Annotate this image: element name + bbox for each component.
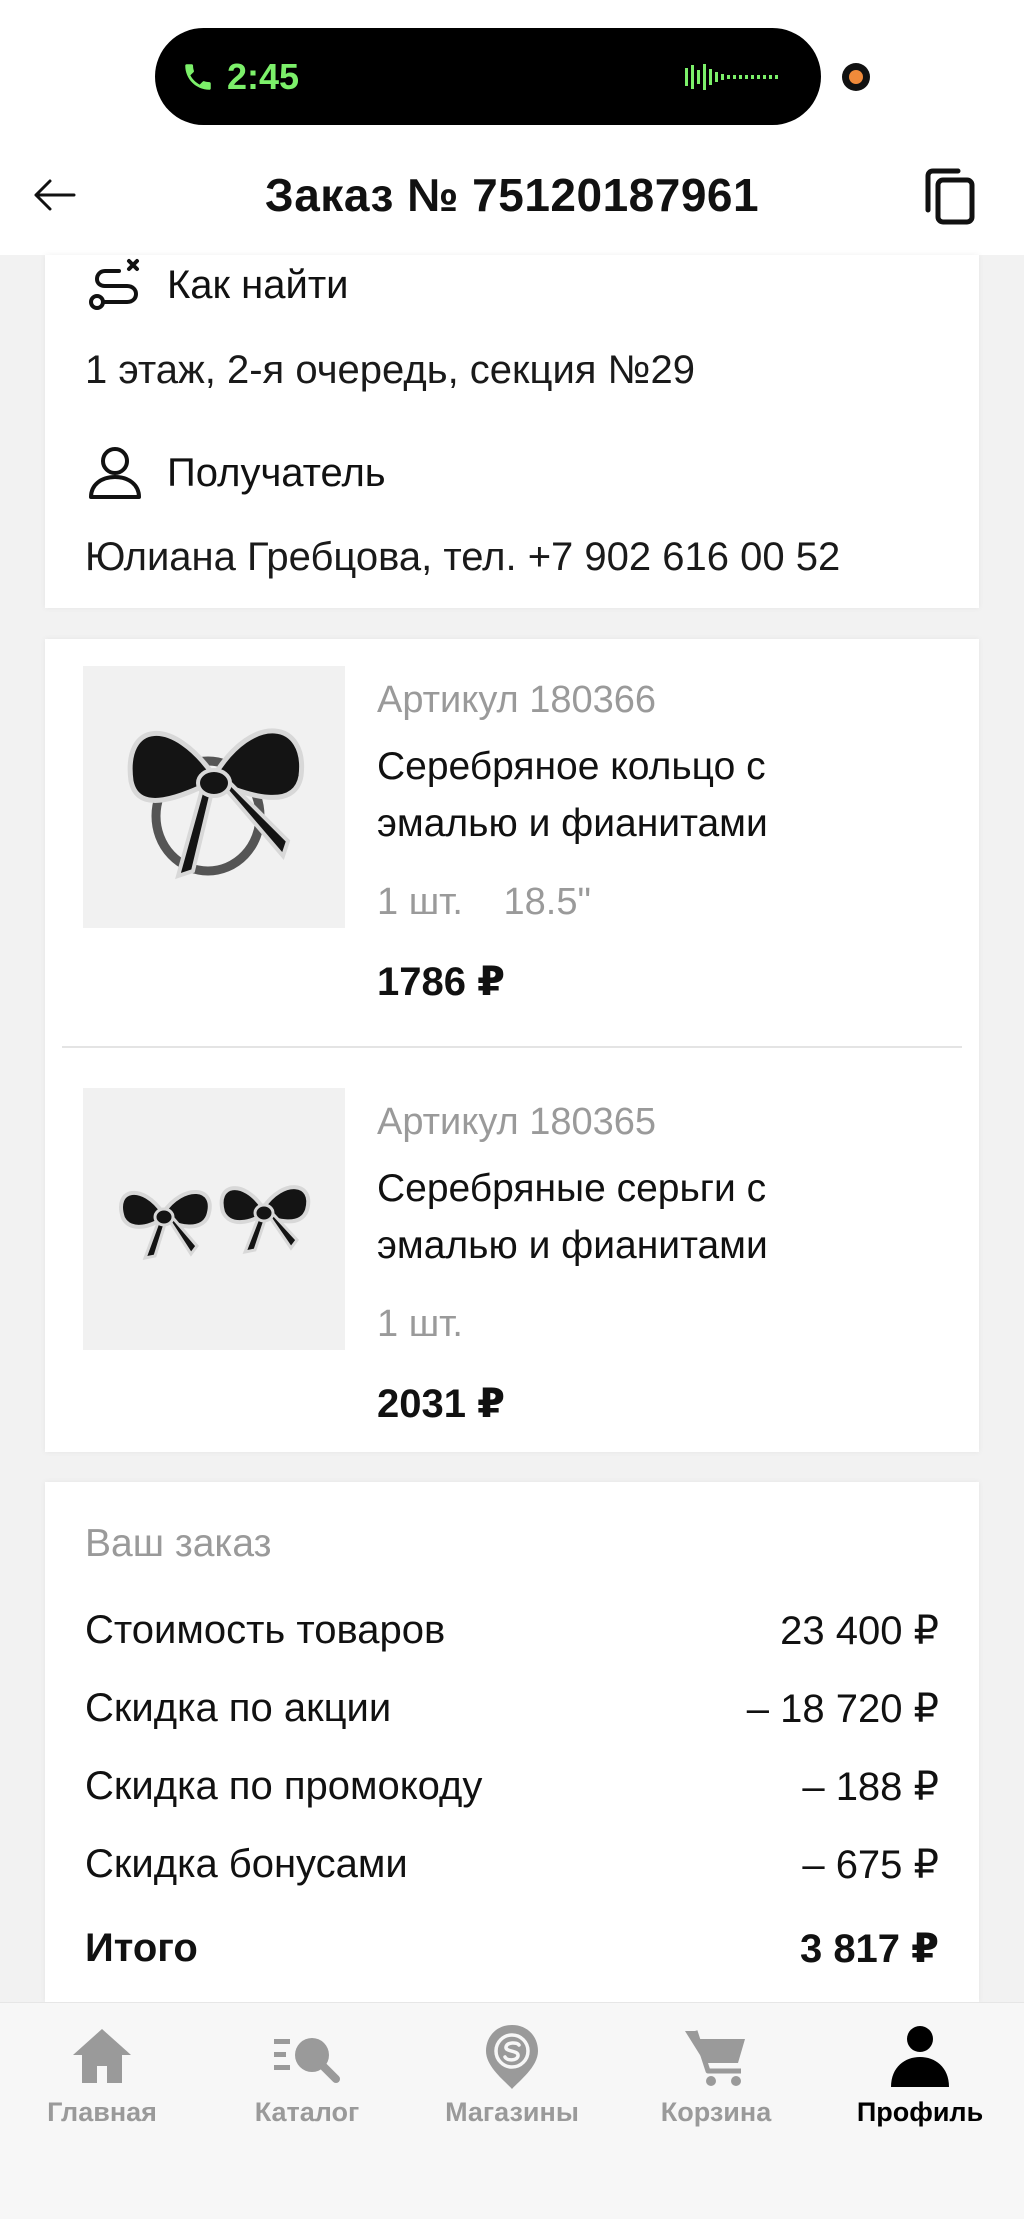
tab-label: Каталог xyxy=(254,2097,360,2127)
profile-icon xyxy=(891,2026,949,2087)
item-size: 18.5" xyxy=(503,881,591,923)
item-quantity-size: 1 шт. 18.5" xyxy=(377,881,591,924)
summary-row-label: Скидка по акции xyxy=(85,1686,392,1730)
recipient-header: Получатель xyxy=(85,443,386,503)
copy-icon[interactable] xyxy=(922,166,978,228)
top-navigation-bar: Заказ № 75120187961 xyxy=(0,150,1024,255)
user-icon xyxy=(89,447,141,499)
order-summary-card: Ваш заказ Стоимость товаров 23 400 ₽ Ски… xyxy=(45,1482,979,2002)
item-price: 2031 ₽ xyxy=(377,1382,505,1426)
earring-left xyxy=(119,1189,212,1260)
summary-title: Ваш заказ xyxy=(85,1522,272,1565)
how-to-find-label: Как найти xyxy=(167,262,349,307)
home-icon xyxy=(73,2029,131,2083)
summary-row-bonus-discount: Скидка бонусами – 675 ₽ xyxy=(85,1842,939,1888)
pickup-info-card: Как найти 1 этаж, 2-я очередь, секция №2… xyxy=(45,255,979,608)
tab-catalog[interactable]: Каталог xyxy=(222,2021,392,2128)
status-bar: 2:45 xyxy=(0,0,1024,150)
catalog-search-icon xyxy=(274,2038,340,2083)
summary-total-label: Итого xyxy=(85,1926,198,1970)
item-article: Артикул 180365 xyxy=(377,1101,657,1143)
summary-row-value: – 675 ₽ xyxy=(802,1843,939,1887)
bottom-tab-bar: Главная Каталог Магазины Корзина Профиль xyxy=(0,2002,1024,2219)
summary-row-label: Скидка по промокоду xyxy=(85,1764,483,1808)
summary-row-label: Стоимость товаров xyxy=(85,1608,446,1652)
item-name-line: Серебряное кольцо с xyxy=(377,745,766,788)
tab-stores[interactable]: Магазины xyxy=(427,2021,597,2128)
bow-earrings-illustration xyxy=(119,1185,311,1260)
tab-home[interactable]: Главная xyxy=(17,2021,187,2128)
audio-waveform-icon xyxy=(685,64,778,90)
route-icon xyxy=(89,259,139,310)
item-name[interactable]: Серебряное кольцо с эмалью и фианитами xyxy=(377,738,937,852)
summary-row-value: – 188 ₽ xyxy=(802,1765,939,1809)
summary-row-value: 23 400 ₽ xyxy=(780,1609,939,1653)
item-quantity: 1 шт. xyxy=(377,881,463,923)
item-article: Артикул 180366 xyxy=(377,679,657,721)
bow-ring-illustration xyxy=(127,728,305,880)
page-title: Заказ № 75120187961 xyxy=(264,169,760,221)
order-items-card: Артикул 180366 Серебряное кольцо с эмаль… xyxy=(45,639,979,1452)
summary-row-value: – 18 720 ₽ xyxy=(746,1687,939,1731)
tab-profile[interactable]: Профиль xyxy=(835,2021,1005,2128)
product-image-ring[interactable] xyxy=(83,666,345,928)
how-to-find-text: 1 этаж, 2-я очередь, секция №29 xyxy=(85,348,695,392)
tab-cart[interactable]: Корзина xyxy=(631,2021,801,2128)
summary-row-goods: Стоимость товаров 23 400 ₽ xyxy=(85,1608,939,1654)
dynamic-island-call[interactable]: 2:45 xyxy=(155,28,821,125)
recipient-label: Получатель xyxy=(167,450,386,495)
phone-call-icon xyxy=(185,63,211,90)
tab-label: Корзина xyxy=(660,2097,772,2127)
item-name[interactable]: Серебряные серьги с эмалью и фианитами xyxy=(377,1160,937,1274)
item-name-line: эмалью и фианитами xyxy=(377,1224,768,1267)
tab-label: Профиль xyxy=(856,2097,984,2127)
summary-row-promocode-discount: Скидка по промокоду – 188 ₽ xyxy=(85,1764,939,1810)
tab-label: Магазины xyxy=(445,2097,579,2127)
store-pin-icon xyxy=(486,2025,538,2089)
earring-right xyxy=(219,1185,311,1255)
item-name-line: эмалью и фианитами xyxy=(377,802,768,845)
product-image-earrings[interactable] xyxy=(83,1088,345,1350)
summary-row-promo-discount: Скидка по акции – 18 720 ₽ xyxy=(85,1686,939,1732)
how-to-find-header: Как найти xyxy=(85,255,349,315)
item-quantity: 1 шт. xyxy=(377,1303,463,1345)
item-price: 1786 ₽ xyxy=(377,960,505,1004)
summary-row-label: Скидка бонусами xyxy=(85,1842,408,1886)
tab-label: Главная xyxy=(47,2097,157,2127)
privacy-indicator-dot xyxy=(842,63,870,91)
summary-total-value: 3 817 ₽ xyxy=(799,1927,939,1971)
call-timer: 2:45 xyxy=(227,55,300,97)
cart-icon xyxy=(685,2030,745,2086)
summary-total-row: Итого 3 817 ₽ xyxy=(85,1926,939,1972)
recipient-text: Юлиана Гребцова, тел. +7 902 616 00 52 xyxy=(85,535,841,579)
item-divider xyxy=(62,1046,962,1048)
item-name-line: Серебряные серьги с xyxy=(377,1167,767,1210)
